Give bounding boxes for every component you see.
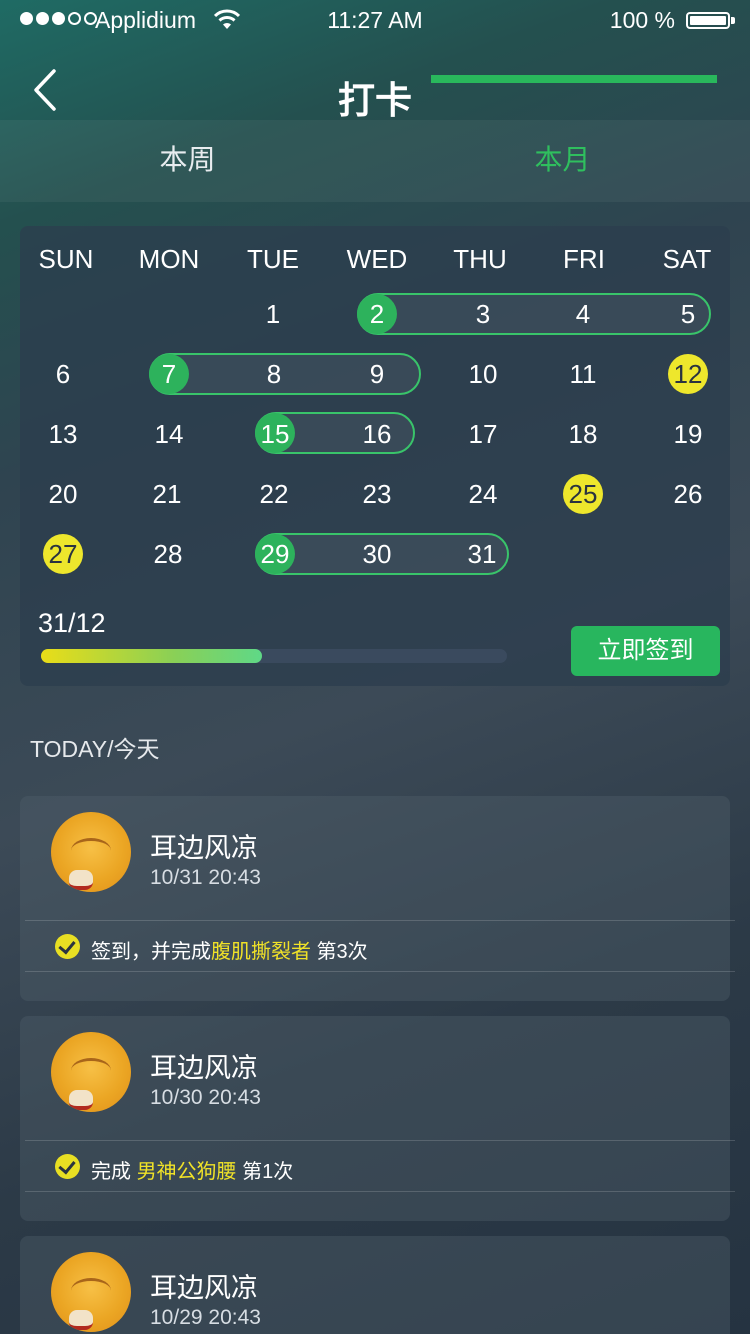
calendar-day[interactable]: 12 <box>648 354 728 394</box>
calendar-day[interactable]: 7 <box>129 354 209 394</box>
calendar-day[interactable]: 20 <box>23 474 103 514</box>
user-avatar[interactable] <box>51 812 131 892</box>
battery-tip <box>731 17 735 24</box>
calendar-day[interactable]: 24 <box>443 474 523 514</box>
weekday-sun: SUN <box>38 244 94 274</box>
weekday-tue: TUE <box>247 244 299 274</box>
calendar-day[interactable]: 15 <box>235 414 315 454</box>
battery-percentage: 100 % <box>609 7 675 33</box>
calendar-day[interactable]: 23 <box>337 474 417 514</box>
post-time: 10/30 20:43 <box>150 1086 261 1109</box>
user-name[interactable]: 耳边风凉 <box>150 826 258 865</box>
checkin-now-button[interactable]: 立即签到 <box>571 626 720 676</box>
post-time: 10/31 20:43 <box>150 866 261 889</box>
activity-text: 签到，并完成腹肌撕裂者 第3次 <box>91 935 368 964</box>
activity-prefix: 完成 <box>91 1161 137 1183</box>
calendar-day[interactable]: 22 <box>234 474 314 514</box>
activity-prefix: 签到，并完成 <box>91 941 211 963</box>
user-avatar[interactable] <box>51 1032 131 1112</box>
divider <box>25 920 735 921</box>
check-circle-icon <box>55 934 80 959</box>
weekday-fri: FRI <box>563 244 605 274</box>
workout-name-link[interactable]: 腹肌撕裂者 <box>211 941 311 963</box>
calendar-day[interactable]: 28 <box>128 534 208 574</box>
calendar-day[interactable]: 18 <box>543 414 623 454</box>
user-avatar[interactable] <box>51 1252 131 1332</box>
activity-suffix: 第1次 <box>236 1161 294 1183</box>
calendar-day[interactable]: 13 <box>23 414 103 454</box>
calendar-day[interactable]: 31 <box>442 534 522 574</box>
calendar-day[interactable]: 9 <box>337 354 417 394</box>
calendar-day[interactable]: 11 <box>543 354 623 394</box>
weekday-sat: SAT <box>662 244 712 274</box>
status-bar: Applidium 11:27 AM 100 % <box>0 0 750 40</box>
calendar-day[interactable]: 26 <box>648 474 728 514</box>
tab-bar: 本周 本月 <box>0 120 750 202</box>
calendar-day[interactable]: 25 <box>543 474 623 514</box>
section-title-today: TODAY/今天 <box>30 736 160 762</box>
user-name[interactable]: 耳边风凉 <box>150 1266 258 1305</box>
calendar-day[interactable]: 5 <box>648 294 728 334</box>
activity-text: 完成 男神公狗腰 第1次 <box>91 1155 293 1184</box>
calendar-day[interactable]: 3 <box>443 294 523 334</box>
calendar-day[interactable]: 27 <box>23 534 103 574</box>
calendar-day[interactable]: 1 <box>233 294 313 334</box>
calendar-day[interactable]: 21 <box>127 474 207 514</box>
calendar-day[interactable]: 4 <box>543 294 623 334</box>
tab-this-week[interactable]: 本周 <box>0 120 375 202</box>
progress-label: 31/12 <box>38 608 106 638</box>
weekday-wed: WED <box>346 244 408 274</box>
tab-active-indicator <box>431 75 717 83</box>
calendar-day[interactable]: 16 <box>337 414 417 454</box>
weekday-mon: MON <box>138 244 200 274</box>
check-circle-icon <box>55 1154 80 1179</box>
workout-name-link[interactable]: 男神公狗腰 <box>137 1161 237 1183</box>
post-time: 10/29 20:43 <box>150 1306 261 1329</box>
calendar-day[interactable]: 19 <box>648 414 728 454</box>
battery-icon <box>686 12 730 29</box>
tab-this-month[interactable]: 本月 <box>375 120 750 202</box>
calendar-day[interactable]: 2 <box>337 294 417 334</box>
calendar-day[interactable]: 8 <box>234 354 314 394</box>
calendar-day[interactable]: 6 <box>23 354 103 394</box>
user-name[interactable]: 耳边风凉 <box>150 1046 258 1085</box>
calendar-day[interactable]: 17 <box>443 414 523 454</box>
divider <box>25 1191 735 1192</box>
calendar-day[interactable]: 14 <box>129 414 209 454</box>
activity-suffix: 第3次 <box>311 941 368 963</box>
calendar-day[interactable]: 10 <box>443 354 523 394</box>
divider <box>25 1140 735 1141</box>
divider <box>25 971 735 972</box>
weekday-thu: THU <box>453 244 507 274</box>
calendar-day[interactable]: 30 <box>337 534 417 574</box>
calendar-day[interactable]: 29 <box>235 534 315 574</box>
progress-fill <box>41 649 262 663</box>
